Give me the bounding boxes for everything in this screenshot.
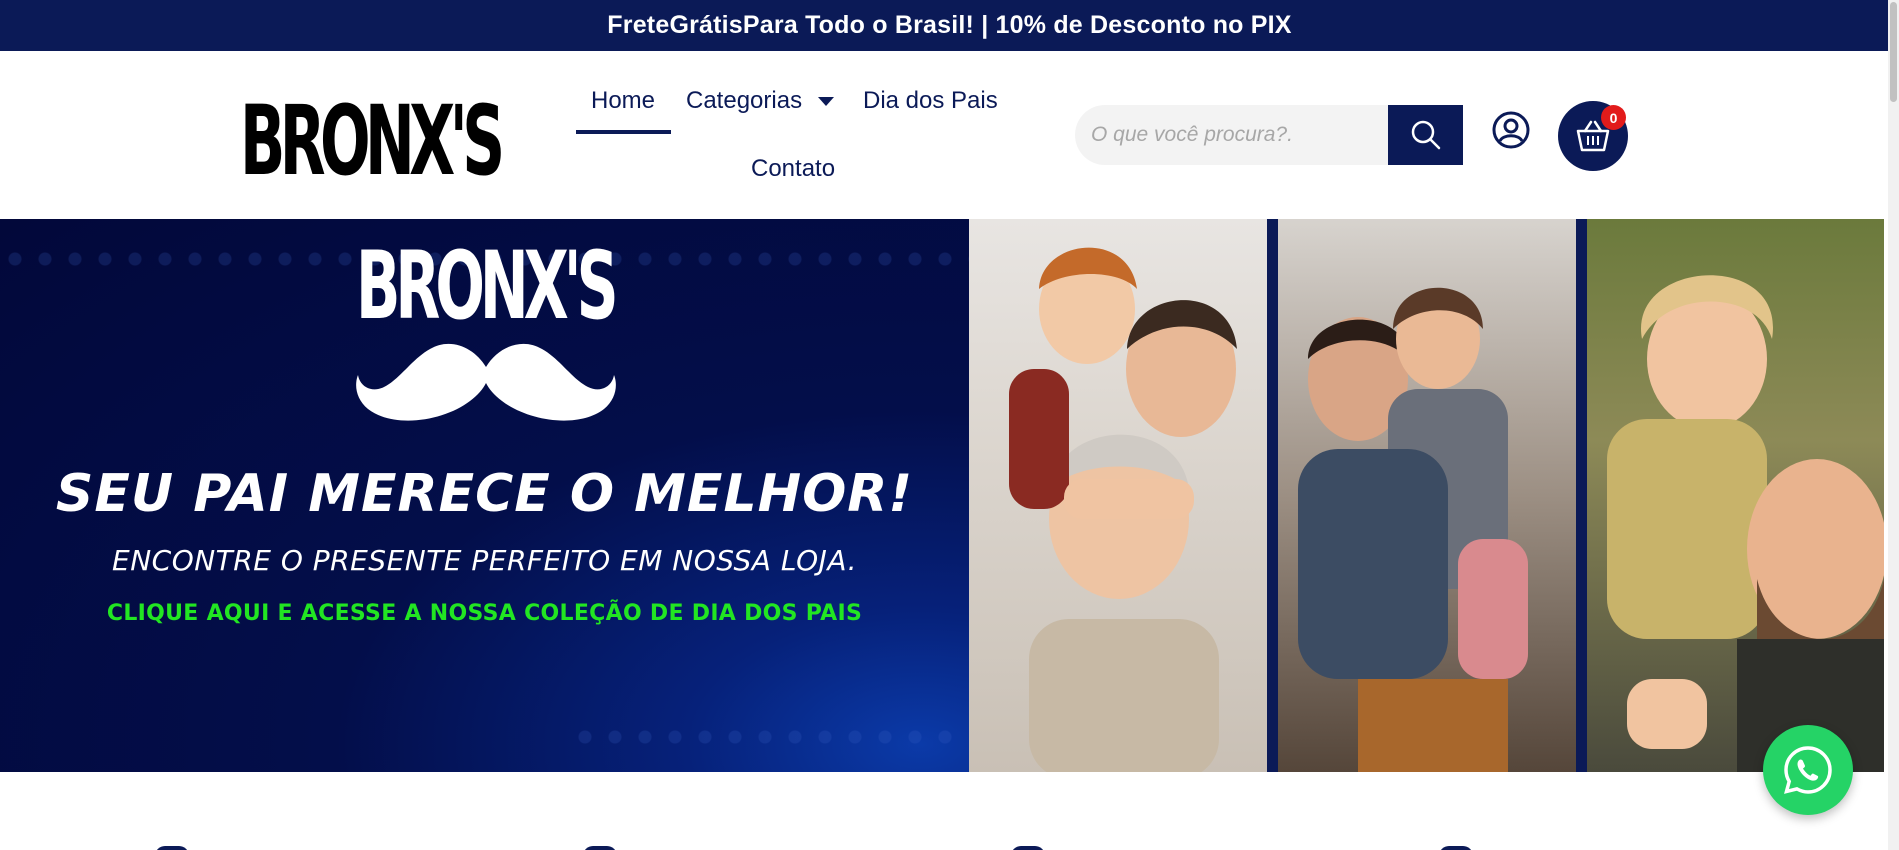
announcement-text-highlight: Grátis bbox=[669, 11, 743, 39]
photo-illustration-3 bbox=[1607, 275, 1884, 772]
decor-dots-bottom bbox=[570, 727, 960, 747]
whatsapp-button[interactable] bbox=[1763, 725, 1853, 815]
search-form bbox=[1075, 105, 1463, 165]
user-circle-icon bbox=[1492, 111, 1530, 149]
page: Frete Grátis Para Todo o Brasil! | 10% d… bbox=[0, 0, 1899, 850]
photo-divider bbox=[1267, 219, 1278, 772]
page-scrollbar[interactable] bbox=[1888, 0, 1899, 850]
hero-photo-grandfather bbox=[969, 219, 1267, 772]
hero-logo-text: BRONX'S bbox=[355, 232, 619, 341]
mustache-icon bbox=[356, 343, 616, 421]
nav-dia-dos-pais[interactable]: Dia dos Pais bbox=[863, 87, 998, 115]
whatsapp-icon bbox=[1784, 746, 1832, 794]
announcement-text-2: Para Todo o Brasil! | 10% de Desconto no… bbox=[742, 11, 1292, 39]
announcement-text-1: Frete bbox=[607, 11, 670, 39]
caret-down-icon bbox=[818, 96, 835, 106]
hero-logo: BRONX'S bbox=[0, 237, 969, 337]
site-header: BRONX'S Home Categorias Dia dos Pais Con… bbox=[0, 51, 1899, 219]
nav-active-indicator bbox=[576, 130, 671, 134]
site-logo[interactable]: BRONX'S bbox=[240, 91, 505, 191]
search-input[interactable] bbox=[1075, 105, 1391, 165]
nav-contato[interactable]: Contato bbox=[751, 155, 835, 183]
cart-button[interactable]: 0 bbox=[1558, 101, 1628, 171]
scrollbar-thumb[interactable] bbox=[1890, 2, 1897, 102]
account-button[interactable] bbox=[1491, 110, 1531, 150]
nav-home[interactable]: Home bbox=[591, 87, 655, 115]
photo-divider bbox=[1576, 219, 1587, 772]
hero-title: SEU PAI MERECE O MELHOR! bbox=[55, 464, 914, 524]
hero-cta-link[interactable]: CLIQUE AQUI E ACESSE A NOSSA COLEÇÃO DE … bbox=[0, 601, 969, 626]
hero-photo-dad-son bbox=[1587, 219, 1884, 772]
feature-icon bbox=[155, 846, 189, 850]
feature-icon bbox=[583, 846, 617, 850]
photo-illustration-1 bbox=[1009, 247, 1237, 772]
nav-categorias[interactable]: Categorias bbox=[686, 87, 835, 115]
search-button[interactable] bbox=[1388, 105, 1463, 165]
announcement-bar: Frete Grátis Para Todo o Brasil! | 10% d… bbox=[0, 0, 1899, 51]
hero-photo-dad-daughter bbox=[1278, 219, 1576, 772]
nav-categorias-label: Categorias bbox=[686, 87, 803, 114]
hero-promo-panel[interactable]: BRONX'S SEU PAI MERECE O MELHOR! ENCONTR… bbox=[0, 219, 969, 772]
features-section bbox=[0, 772, 1888, 850]
search-icon bbox=[1411, 120, 1440, 150]
photo-illustration-2 bbox=[1298, 287, 1528, 772]
feature-icon bbox=[1439, 846, 1473, 850]
hero-banner[interactable]: BRONX'S SEU PAI MERECE O MELHOR! ENCONTR… bbox=[0, 219, 1899, 772]
feature-icon bbox=[1011, 846, 1045, 850]
cart-count-badge: 0 bbox=[1601, 105, 1626, 130]
hero-subtitle: ENCONTRE O PRESENTE PERFEITO EM NOSSA LO… bbox=[112, 544, 857, 577]
